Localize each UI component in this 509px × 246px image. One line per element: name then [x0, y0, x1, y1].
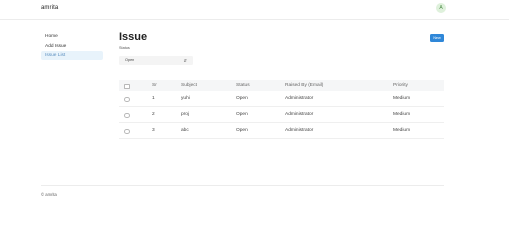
table-row[interactable]: 2 proj Open Administrator Medium	[119, 107, 444, 123]
table-row[interactable]: 3 abc Open Administrator Medium	[119, 123, 444, 139]
column-header-raised-by[interactable]: Raised By (Email)	[285, 80, 323, 91]
row-checkbox[interactable]	[124, 128, 130, 134]
sidebar-item-issue-list[interactable]: Issue List	[41, 51, 103, 60]
row-priority: Medium	[393, 112, 411, 117]
row-sr: 2	[152, 112, 155, 117]
status-filter-select[interactable]: Open ⇵	[119, 56, 193, 65]
row-sr: 1	[152, 96, 155, 101]
sidebar: Home Add Issue Issue List	[41, 32, 103, 61]
status-filter-value: Open	[125, 58, 135, 62]
footer-divider	[41, 185, 444, 186]
row-subject[interactable]: proj	[181, 107, 189, 122]
chevron-updown-icon: ⇵	[183, 58, 187, 63]
row-priority: Medium	[393, 128, 411, 133]
page-title: Issue	[119, 31, 148, 43]
brand-logo[interactable]: amrita	[41, 5, 58, 11]
user-avatar[interactable]: A	[436, 3, 446, 13]
row-status: Open	[236, 112, 248, 117]
table-row[interactable]: 1 yuhi Open Administrator Medium	[119, 91, 444, 107]
row-sr: 3	[152, 128, 155, 133]
column-header-priority[interactable]: Priority	[393, 80, 408, 91]
status-filter-label: Status	[119, 46, 130, 50]
column-header-status[interactable]: Status	[236, 80, 250, 91]
select-all-checkbox[interactable]	[124, 83, 130, 89]
sidebar-item-home[interactable]: Home	[41, 32, 103, 41]
sidebar-item-add-issue[interactable]: Add Issue	[41, 42, 103, 51]
row-raised-by: Administrator	[285, 112, 314, 117]
row-priority: Medium	[393, 96, 411, 101]
row-subject[interactable]: yuhi	[181, 91, 190, 106]
row-status: Open	[236, 128, 248, 133]
row-subject[interactable]: abc	[181, 123, 189, 138]
row-status: Open	[236, 96, 248, 101]
table-header: Sr Subject Status Raised By (Email) Prio…	[119, 80, 444, 91]
footer-copyright: © amrita	[41, 192, 57, 197]
row-checkbox[interactable]	[124, 96, 130, 102]
new-button[interactable]: New	[430, 34, 444, 42]
column-header-subject[interactable]: Subject	[181, 80, 197, 91]
row-checkbox[interactable]	[124, 112, 130, 118]
row-raised-by: Administrator	[285, 96, 314, 101]
row-raised-by: Administrator	[285, 128, 314, 133]
top-navbar: amrita A	[0, 0, 509, 20]
column-header-sr[interactable]: Sr	[152, 80, 157, 91]
issue-table: Sr Subject Status Raised By (Email) Prio…	[119, 80, 444, 139]
